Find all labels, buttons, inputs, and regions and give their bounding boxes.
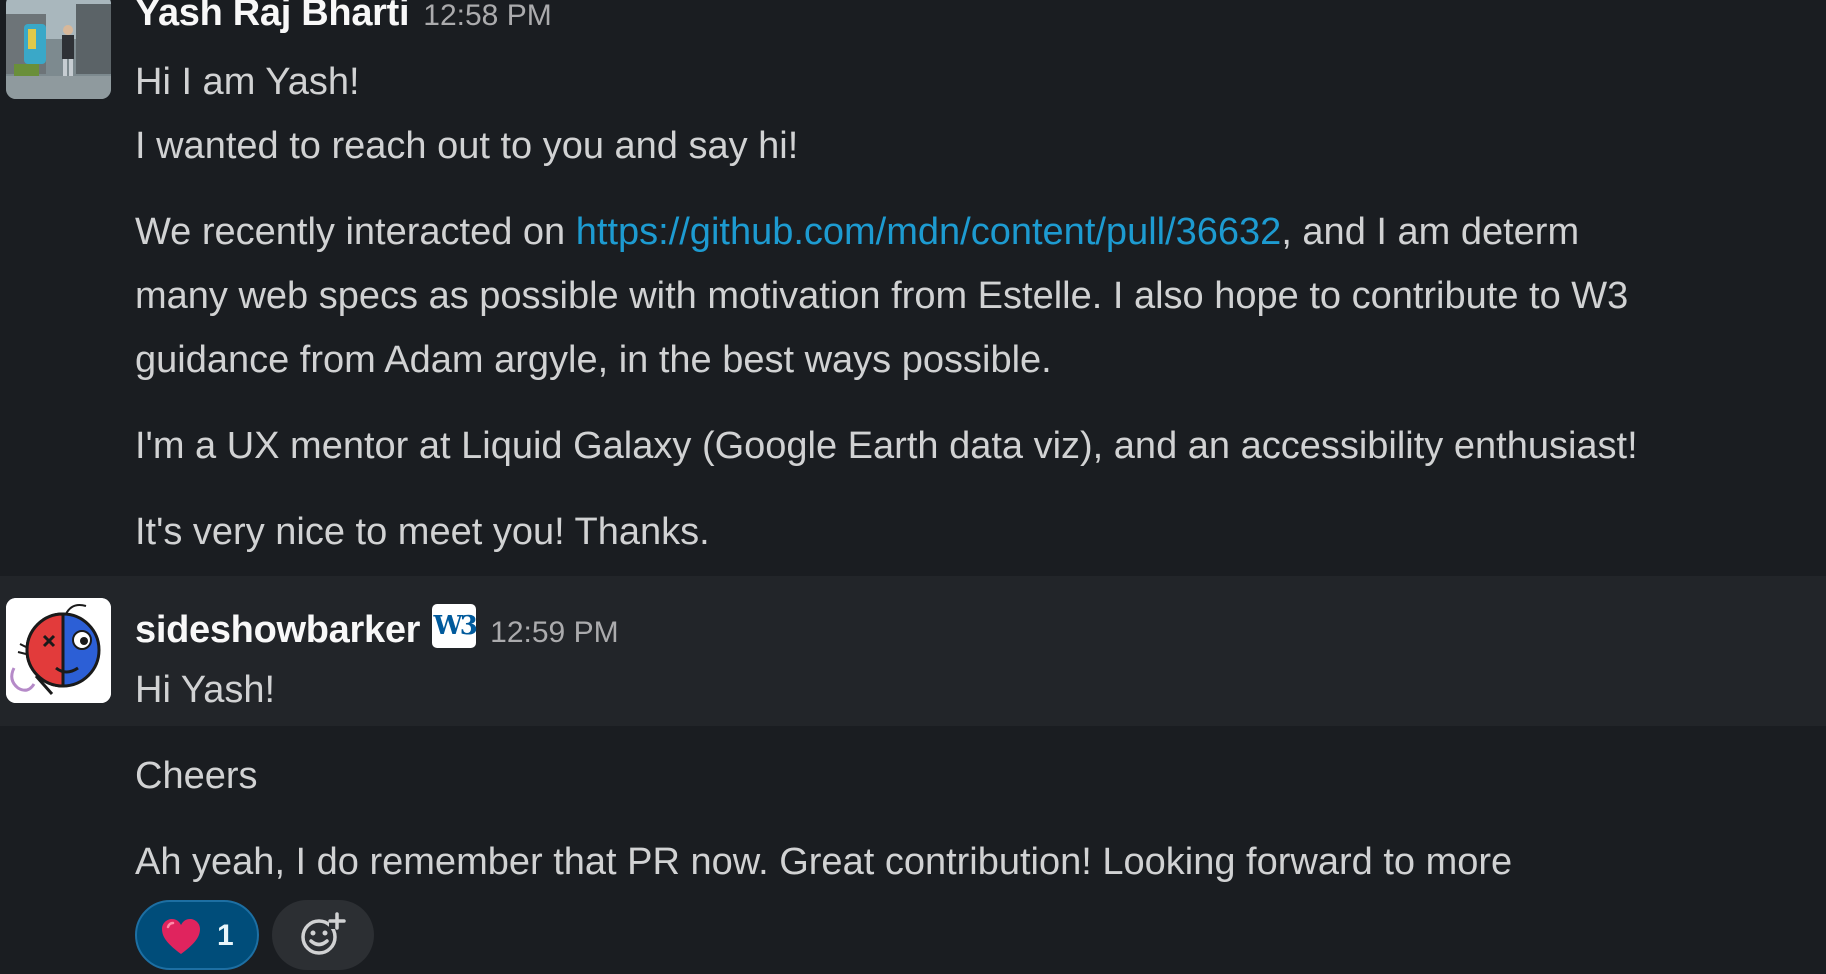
avatar-cartoon-icon <box>6 598 111 703</box>
message-text: It's very nice to meet you! Thanks. <box>135 511 710 553</box>
message-header: sideshowbarker W3 12:59 PM <box>135 604 619 652</box>
message-text: I'm a UX mentor at Liquid Galaxy (Google… <box>135 425 1638 467</box>
message-header: Yash Raj Bharti 12:58 PM <box>135 0 552 35</box>
message-timestamp[interactable]: 12:58 PM <box>423 0 551 32</box>
reaction-count: 1 <box>217 919 234 952</box>
message-text: Ah yeah, I do remember that PR now. Grea… <box>135 841 1513 883</box>
reaction-heart-button[interactable]: 1 <box>135 900 259 970</box>
message-text-segment: We recently interacted on <box>135 211 576 253</box>
message-text: many web specs as possible with motivati… <box>135 275 1629 317</box>
message-text: Cheers <box>135 755 258 797</box>
message-text: I wanted to reach out to you and say hi! <box>135 125 799 167</box>
message-group-sideshowbarker: sideshowbarker W3 12:59 PM Hi Yash! Cheers… <box>0 576 1826 974</box>
message-timestamp[interactable]: 12:59 PM <box>490 616 618 649</box>
message-text: guidance from Adam argyle, in the best w… <box>135 339 1052 381</box>
pr-link[interactable]: https://github.com/mdn/content/pull/3663… <box>576 211 1282 253</box>
add-reaction-button[interactable] <box>272 900 374 970</box>
message-text: We recently interacted on https://github… <box>135 200 1579 264</box>
heart-icon <box>162 919 200 954</box>
message-text: Hi Yash! <box>135 669 276 711</box>
avatar-photo-icon <box>6 0 111 99</box>
message-group-yash: Yash Raj Bharti 12:58 PM Hi I am Yash! I … <box>0 0 1826 576</box>
w3c-badge-icon: W3 <box>432 604 478 648</box>
avatar[interactable] <box>6 0 111 99</box>
author-name[interactable]: sideshowbarker <box>135 609 420 651</box>
badge-label: W3 <box>433 611 478 641</box>
message-text: Hi I am Yash! <box>135 61 360 103</box>
author-name[interactable]: Yash Raj Bharti <box>135 0 410 34</box>
message-text-segment: , and I am determ <box>1281 211 1580 253</box>
avatar[interactable] <box>6 598 111 703</box>
add-emoji-icon <box>301 912 346 955</box>
